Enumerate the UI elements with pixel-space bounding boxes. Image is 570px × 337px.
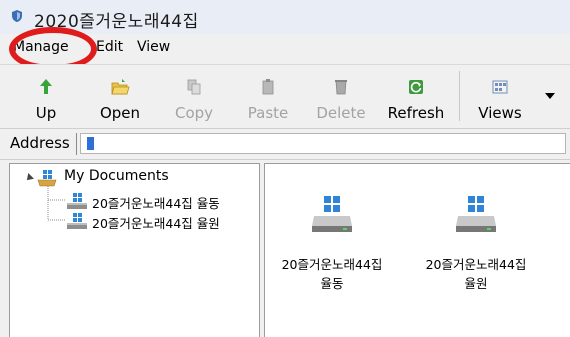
paste-button[interactable]: Paste [238,71,298,123]
menu-view[interactable]: View [137,39,170,55]
open-folder-icon [111,79,130,95]
content-item-name: 20즐거운노래44집 [425,257,527,272]
toolbar-separator [459,71,460,121]
app-shield-icon [12,10,22,22]
content-pane: 20즐거운노래44집 율동 20즐거운노래44집 율원 [264,163,570,337]
menu-manage[interactable]: Manage [13,39,69,55]
up-button[interactable]: Up [16,71,76,123]
views-button[interactable]: Views [470,71,530,123]
menu-bar: Manage Edit View [0,34,570,60]
address-label: Address [10,134,70,152]
open-label: Open [99,104,141,122]
window-title: 2020즐거운노래44집 [34,12,199,32]
title-bar: 2020즐거운노래44집 [0,0,570,34]
up-label: Up [35,104,57,122]
paste-icon [262,79,274,95]
tree-connector-lines [47,186,66,221]
views-label: Views [478,104,522,122]
delete-label: Delete [316,104,366,122]
tree-item-label: 20즐거운노래44집 율동 [92,196,220,211]
open-button[interactable]: Open [90,71,150,123]
tree-root-label[interactable]: My Documents [64,168,169,184]
paste-label: Paste [247,104,289,122]
views-icon [492,80,508,94]
toolbar: Up Open Copy Paste Delete Refresh Views [0,64,570,127]
content-item-1[interactable]: 20즐거운노래44집 율동 [267,194,397,293]
drive-icon [312,196,352,232]
address-separator [76,133,77,155]
views-dropdown-arrow-icon[interactable] [545,93,555,99]
content-item-name: 20즐거운노래44집 [281,257,383,272]
address-bar: Address [0,128,570,160]
copy-label: Copy [174,104,214,122]
folder-tree: My Documents 20즐거운노래44집 율동 20즐거운노래44집 율원 [9,163,260,337]
refresh-icon [409,80,423,94]
refresh-button[interactable]: Refresh [386,71,446,123]
content-item-2[interactable]: 20즐거운노래44집 율원 [411,194,541,293]
my-documents-icon [37,170,57,187]
up-arrow-icon [40,79,52,94]
tree-expander-icon[interactable] [24,173,34,183]
delete-button[interactable]: Delete [311,71,371,123]
content-item-subname: 율동 [320,276,344,291]
drive-icon [456,196,496,232]
drive-icon [67,193,87,209]
copy-icon [187,79,201,95]
content-item-subname: 율원 [464,276,488,291]
tree-item-label: 20즐거운노래44집 율원 [92,216,220,231]
copy-button[interactable]: Copy [164,71,224,123]
refresh-label: Refresh [387,104,445,122]
delete-icon [335,80,347,95]
address-caret [87,137,94,150]
menu-edit[interactable]: Edit [96,39,123,55]
drive-icon [67,213,87,229]
address-input[interactable] [80,133,566,154]
